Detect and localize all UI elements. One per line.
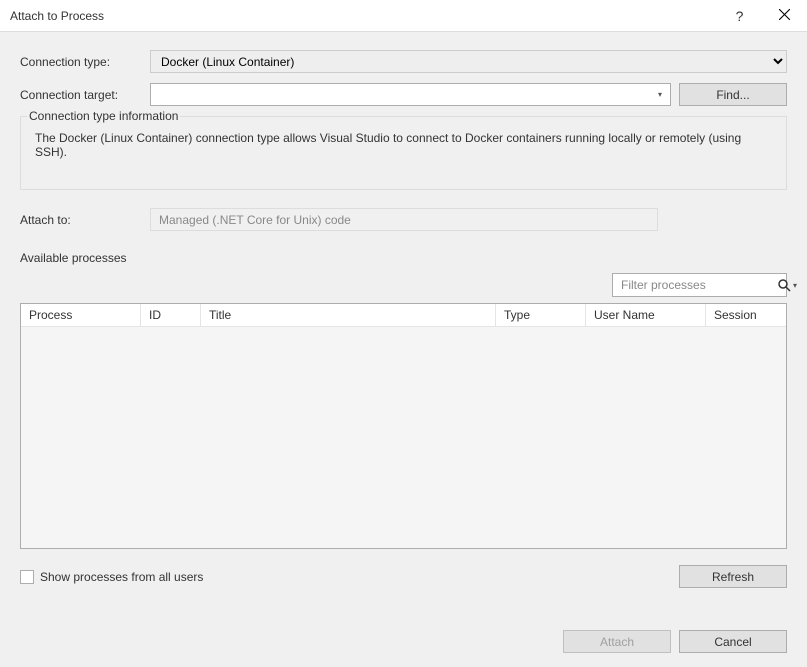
col-header-session[interactable]: Session — [706, 304, 786, 326]
show-all-users-label: Show processes from all users — [40, 570, 203, 584]
attach-to-field: Managed (.NET Core for Unix) code — [150, 208, 658, 231]
connection-target-label: Connection target: — [20, 88, 150, 102]
col-header-title[interactable]: Title — [201, 304, 496, 326]
col-header-user[interactable]: User Name — [586, 304, 706, 326]
chevron-down-icon: ▾ — [793, 281, 797, 290]
search-icon[interactable] — [778, 279, 791, 292]
dialog-title: Attach to Process — [10, 9, 717, 23]
refresh-button[interactable]: Refresh — [679, 565, 787, 588]
connection-target-dropdown[interactable]: ▾ — [650, 90, 670, 99]
connection-target-combo[interactable]: ▾ — [150, 83, 671, 106]
help-icon: ? — [736, 8, 744, 24]
available-processes-label: Available processes — [20, 251, 787, 265]
connection-info-box: Connection type information The Docker (… — [20, 116, 787, 190]
attach-button: Attach — [563, 630, 671, 653]
filter-dropdown[interactable]: ▾ — [793, 281, 797, 290]
process-table[interactable]: Process ID Title Type User Name Session — [20, 303, 787, 549]
attach-to-label: Attach to: — [20, 213, 150, 227]
col-header-process[interactable]: Process — [21, 304, 141, 326]
chevron-down-icon: ▾ — [658, 90, 662, 99]
find-button[interactable]: Find... — [679, 83, 787, 106]
col-header-type[interactable]: Type — [496, 304, 586, 326]
show-all-users-checkbox[interactable] — [20, 570, 34, 584]
col-header-id[interactable]: ID — [141, 304, 201, 326]
cancel-button[interactable]: Cancel — [679, 630, 787, 653]
process-table-body — [21, 327, 786, 548]
filter-box[interactable]: ▾ — [612, 273, 787, 297]
filter-input[interactable] — [619, 277, 778, 293]
help-button[interactable]: ? — [717, 0, 762, 32]
connection-info-text: The Docker (Linux Container) connection … — [29, 131, 776, 159]
connection-type-select[interactable]: Docker (Linux Container) — [150, 50, 787, 73]
close-button[interactable] — [762, 0, 807, 32]
connection-info-title: Connection type information — [27, 109, 180, 123]
process-table-header: Process ID Title Type User Name Session — [21, 304, 786, 327]
close-icon — [779, 9, 790, 23]
connection-type-label: Connection type: — [20, 55, 150, 69]
connection-target-input[interactable] — [151, 84, 650, 105]
